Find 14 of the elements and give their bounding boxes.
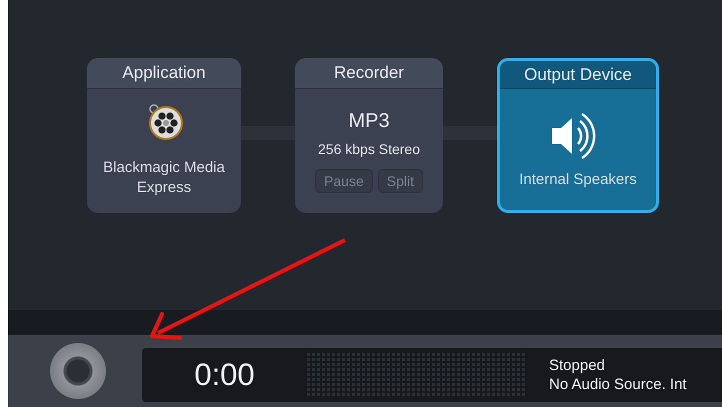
elapsed-time: 0:00 <box>193 357 256 393</box>
card-title: Application <box>87 58 241 89</box>
card-title: Recorder <box>295 58 443 89</box>
format-label: MP3 <box>348 110 390 132</box>
status-text: Stopped <box>549 357 606 374</box>
status-message: No Audio Source. Int <box>549 376 687 393</box>
connector-bar <box>443 126 497 140</box>
card-title: Output Device <box>500 61 656 89</box>
source-card[interactable]: Output Device Internal Speakers <box>497 58 659 213</box>
connector-bar <box>241 126 295 140</box>
source-card[interactable]: Application Blackmagic Media Express <box>87 58 241 213</box>
app-name: Blackmagic Media Express <box>102 158 226 198</box>
quality-label: 256 kbps Stereo <box>318 140 420 156</box>
device-name: Internal Speakers <box>519 170 637 190</box>
